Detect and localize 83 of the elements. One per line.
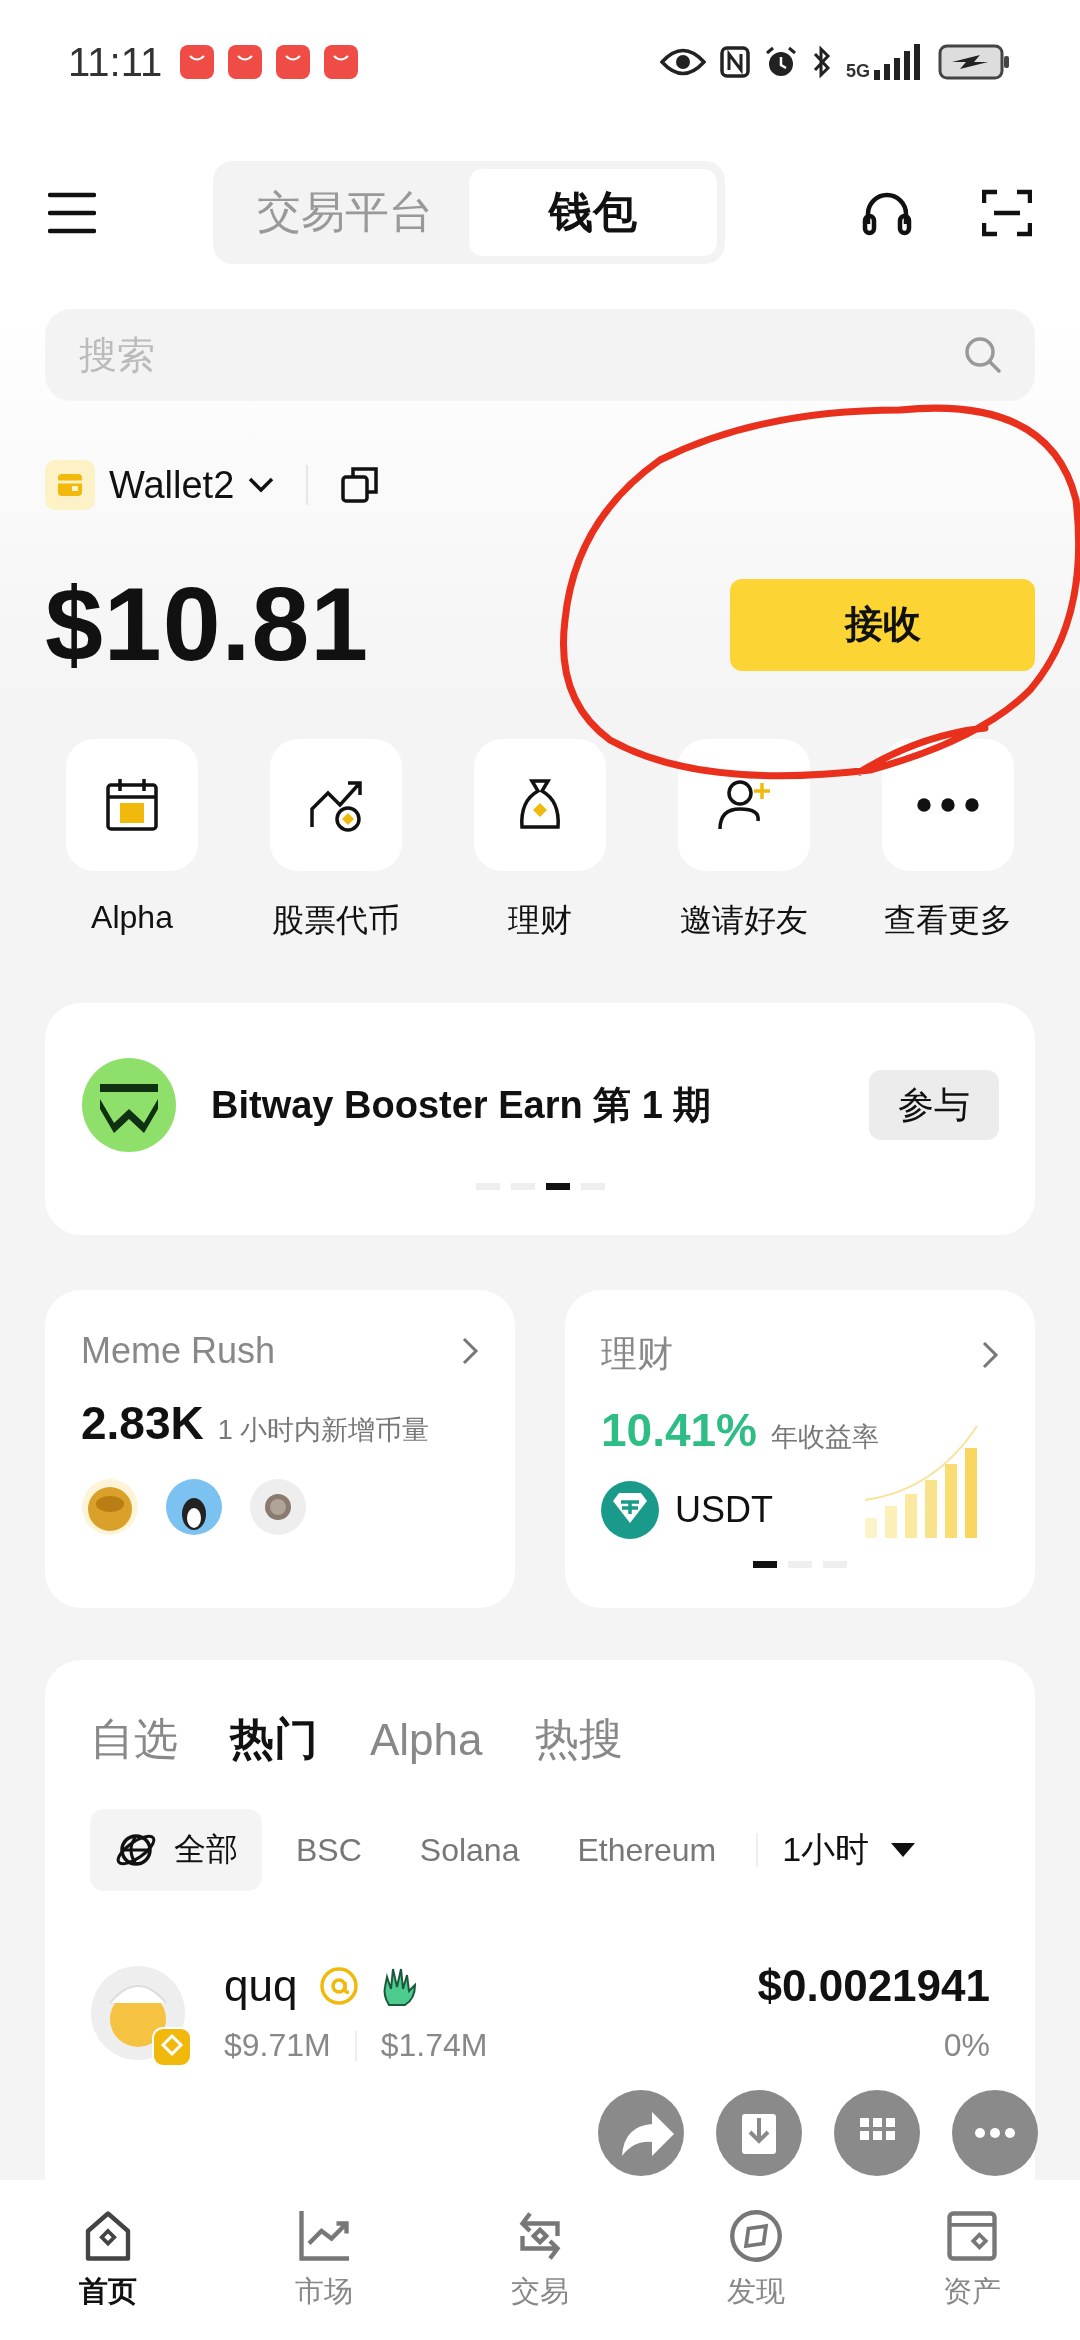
nav-item[interactable]: 资产 <box>864 2180 1080 2340</box>
card-title: 理财 <box>601 1332 673 1376</box>
market-tab[interactable]: 自选 <box>90 1710 178 1769</box>
more-icon <box>916 797 980 813</box>
stat-value: 10.41% <box>601 1403 757 1457</box>
shortcut-label[interactable]: 股票代币 <box>272 899 400 943</box>
market-tab[interactable]: 热搜 <box>534 1710 623 1769</box>
bluetooth-icon <box>812 45 832 79</box>
menu-icon[interactable] <box>48 190 96 235</box>
chain-filter[interactable]: BSC <box>272 1809 386 1891</box>
status-time: 11:11 <box>68 39 163 85</box>
share-icon[interactable] <box>598 2090 684 2176</box>
chevron-down-icon <box>248 477 275 493</box>
eye-icon <box>660 47 706 77</box>
chain-badge-icon <box>152 2026 192 2067</box>
stat-value: 2.83K <box>81 1396 204 1450</box>
tether-coin-icon <box>601 1481 659 1539</box>
card-title: Meme Rush <box>81 1330 276 1372</box>
shortcut-label[interactable]: 查看更多 <box>884 899 1012 943</box>
token-icon <box>249 1478 307 1536</box>
chain-filter[interactable]: 全部 <box>90 1809 262 1891</box>
scan-icon[interactable] <box>982 188 1032 237</box>
notification-icon <box>180 45 215 79</box>
nfc-icon <box>720 46 750 78</box>
receive-button[interactable]: 接收 <box>730 578 1035 671</box>
balance-amount: $10.81 <box>45 565 370 684</box>
search-field[interactable]: 搜索 <box>45 309 1035 401</box>
market-cap: $9.71M <box>224 2027 331 2064</box>
wave-logo-icon <box>81 1057 177 1153</box>
chevron-right-icon <box>461 1336 479 1366</box>
banner-title: Bitway Booster Earn 第 1 期 <box>211 1082 712 1128</box>
wallet-selector[interactable]: Wallet2 <box>45 455 275 515</box>
chart-bar <box>865 1518 877 1538</box>
wallet-name: Wallet2 <box>109 463 235 507</box>
join-button[interactable]: 参与 <box>869 1070 999 1140</box>
search-icon[interactable] <box>963 335 1003 375</box>
stat-caption: 1 小时内新增币量 <box>217 1414 430 1447</box>
notification-icon <box>324 45 359 79</box>
period-dropdown[interactable]: 1小时 <box>782 1827 916 1873</box>
shortcut-tile[interactable] <box>270 739 402 871</box>
shortcut-tile[interactable] <box>66 739 198 871</box>
market-tab[interactable]: 热门 <box>230 1710 318 1769</box>
caret-down-icon <box>891 1843 916 1857</box>
token-row[interactable]: quq $9.71M $1.74M $0.0021941 0% <box>90 1961 990 2064</box>
copy-icon[interactable] <box>340 465 381 505</box>
mode-tab[interactable]: 钱包 <box>469 169 717 256</box>
chain-filter[interactable]: Ethereum <box>553 1809 741 1891</box>
nav-item[interactable]: 市场 <box>216 2180 432 2340</box>
shortcut-tile[interactable] <box>882 739 1014 871</box>
token-symbol: quq <box>224 1961 298 2011</box>
notification-icon <box>276 45 311 79</box>
chart-bar <box>885 1506 897 1538</box>
shortcut-label[interactable]: 邀请好友 <box>680 899 808 943</box>
alarm-icon <box>764 45 798 79</box>
shortcut-label[interactable]: Alpha <box>91 899 173 936</box>
more-icon[interactable] <box>952 2090 1038 2176</box>
market-tab[interactable]: Alpha <box>370 1710 483 1769</box>
chart-bar <box>925 1480 937 1538</box>
shortcut-label[interactable]: 理财 <box>508 899 572 943</box>
chevron-right-icon <box>981 1339 999 1370</box>
info-card[interactable]: Meme Rush 2.83K 1 小时内新增币量 <box>45 1290 515 1608</box>
info-card[interactable]: 理财 10.41% 年收益率 USDT <box>565 1290 1035 1608</box>
chain-filter[interactable]: Solana <box>395 1809 544 1891</box>
grid-icon[interactable] <box>834 2090 920 2176</box>
volume: $1.74M <box>380 2027 488 2064</box>
chart-bar <box>905 1494 917 1538</box>
token-name: USDT <box>675 1489 773 1531</box>
notification-icon <box>228 45 263 79</box>
token-price: $0.0021941 <box>757 1961 990 2011</box>
nav-item[interactable]: 首页 <box>0 2180 216 2340</box>
stat-caption: 年收益率 <box>771 1421 879 1454</box>
at-sign-icon <box>319 1966 360 2006</box>
token-icon <box>165 1478 223 1536</box>
shortcut-tile[interactable] <box>678 739 810 871</box>
nav-item[interactable]: 发现 <box>648 2180 864 2340</box>
token-icon <box>81 1478 139 1536</box>
shortcut-tile[interactable] <box>474 739 606 871</box>
nav-item[interactable]: 交易 <box>432 2180 648 2340</box>
wallet-icon <box>45 460 95 510</box>
network-label: 5G <box>846 62 870 80</box>
battery-icon <box>938 44 1010 80</box>
price-change: 0% <box>943 2027 990 2064</box>
download-icon[interactable] <box>716 2090 802 2176</box>
